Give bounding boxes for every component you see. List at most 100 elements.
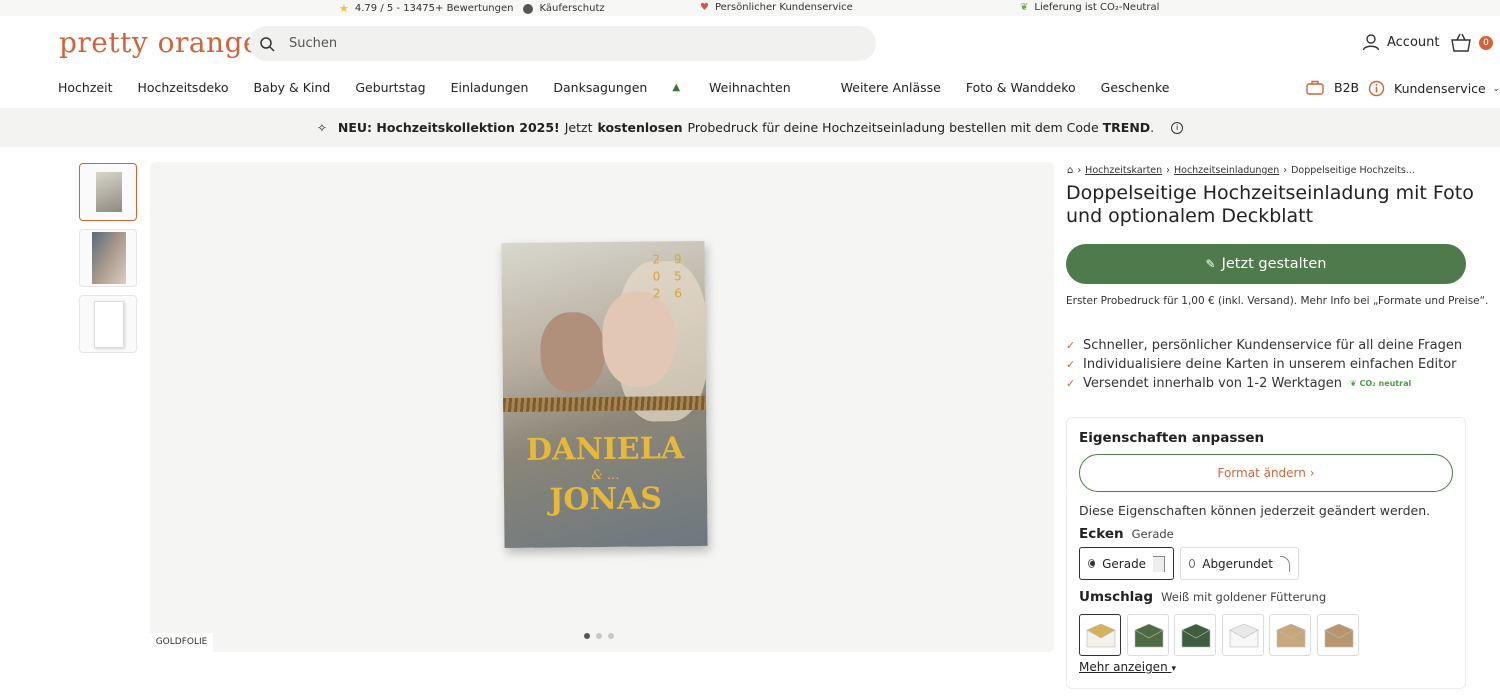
breadcrumb-hochzeitskarten[interactable]: Hochzeitskarten [1085,165,1162,176]
search-bar[interactable] [249,26,876,61]
slide-dot-1[interactable] [584,633,590,639]
nav-item-einladungen[interactable]: Einladungen [451,80,529,95]
account-label: Account [1387,34,1440,50]
breadcrumb-separator-3: › [1283,165,1288,176]
b2b-label: B2B [1334,80,1360,95]
star-icon: ★ [339,2,349,15]
design-now-button[interactable]: ✎ Jetzt gestalten [1066,244,1466,284]
rating-info: ★ 4.79 / 5 - 13475+ Bewertungen Käufersc… [339,2,605,15]
nav-item-hochzeit[interactable]: Hochzeit [58,80,112,95]
co2-text: Lieferung ist CO₂-Neutral [1034,2,1160,13]
buyer-protection-text: Käuferschutz [539,3,605,14]
slide-dots [584,633,614,639]
envelope-icon [1228,624,1259,648]
radio-icon [1189,559,1196,568]
envelope-swatch-6[interactable] [1316,614,1359,656]
nav-item-geburtstag[interactable]: Geburtstag [355,80,425,95]
breadcrumb-separator-1: › [1077,165,1082,176]
envelope-icon [1181,624,1211,648]
envelope-swatch-3[interactable] [1174,614,1216,656]
envelope-value: Weiß mit goldener Fütterung [1161,590,1327,604]
cart-button[interactable]: 0 [1450,33,1494,55]
envelope-swatch-5[interactable] [1269,614,1311,656]
envelope-label: Umschlag Weiß mit goldener Fütterung [1079,589,1326,605]
breadcrumb-current: Doppelseitige Hochzeits... [1291,165,1415,176]
nav-item-foto-wanddeko[interactable]: Foto & Wanddeko [966,80,1076,95]
benefit-text-2: Individualisiere deine Karten in unserem… [1083,357,1457,372]
nav-item-geschenke[interactable]: Geschenke [1101,80,1170,95]
benefit-item: ✓ Versendet innerhalb von 1-2 Werktagen ❦ … [1066,374,1462,393]
benefit-text-1: Schneller, persönlicher Kundenservice fü… [1083,338,1463,353]
search-icon [260,36,275,52]
card-back-thumb [94,301,124,348]
breadcrumb: ⌂ › Hochzeitskarten › Hochzeitseinladung… [1067,165,1415,176]
nav-item-weitere-anlaesse[interactable]: Weitere Anlässe [841,80,941,95]
customer-service-label: Kundenservice [1394,81,1486,96]
sparkle-icon: ✧ [316,120,327,135]
nav-item-hochzeitsdeko[interactable]: Hochzeitsdeko [137,80,228,95]
photo-face-woman [601,291,675,388]
logo[interactable]: pretty orange [59,26,260,59]
card-thumb-image [96,172,122,212]
straight-corner-icon [1153,555,1165,572]
co2-info: ❦ Lieferung ist CO₂-Neutral [1020,2,1159,13]
envelope-icon [1133,624,1164,648]
slide-dot-2[interactable] [596,633,602,639]
corners-label: Ecken Gerade [1079,526,1174,542]
promo-text-1: Jetzt [564,120,593,135]
envelope-icon [1276,624,1306,648]
envelope-label-text: Umschlag [1079,589,1154,605]
envelope-swatch-2[interactable] [1126,614,1169,656]
benefit-item: ✓ Individualisiere deine Karten in unsere… [1066,355,1462,374]
nav-item-baby-kind[interactable]: Baby & Kind [254,80,331,95]
show-more-link[interactable]: Mehr anzeigen ▾ [1079,660,1176,674]
corner-option-straight[interactable]: Gerade [1079,547,1174,580]
invitation-card-image: 2 9 0 5 2 6 DANIELA & ... JONAS [501,240,708,549]
card-date: 2 9 0 5 2 6 [652,251,687,302]
benefit-text-3: Versendet innerhalb von 1-2 Werktagen [1083,376,1343,391]
thumbnail-2[interactable] [79,229,137,287]
envelope-icon [1086,624,1116,648]
customer-service-dropdown[interactable]: Kundenservice ⌄ [1368,80,1499,97]
envelope-icon [1323,624,1354,648]
product-image-stage[interactable]: 2 9 0 5 2 6 DANIELA & ... JONAS [150,162,1054,652]
search-input[interactable] [289,36,849,51]
home-icon[interactable]: ⌂ [1067,165,1073,176]
main-nav: Hochzeit Hochzeitsdeko Baby & Kind Gebur… [58,80,1194,95]
corner-option-rounded[interactable]: Abgerundet [1180,547,1299,580]
envelope-swatch-4[interactable] [1221,614,1264,656]
change-format-button[interactable]: Format ändern › [1079,454,1453,492]
sample-print-note: Erster Probedruck für 1,00 € (inkl. Vers… [1066,295,1489,307]
promo-text-2: Probedruck für deine Hochzeitseinladung … [687,120,1099,135]
product-title: Doppelseitige Hochzeitseinladung mit Fot… [1066,182,1474,227]
corner-option-straight-label: Gerade [1102,556,1147,571]
service-text: Persönlicher Kundenservice [714,2,853,13]
account-link[interactable]: Account [1362,33,1440,51]
thumbnail-3[interactable] [79,295,137,353]
show-more-label: Mehr anzeigen [1079,660,1168,674]
check-icon: ✓ [1066,377,1076,390]
promo-banner: ✧ NEU: Hochzeitskollektion 2025! Jetzt k… [0,108,1500,147]
slide-dot-3[interactable] [608,633,614,639]
info-circle-icon[interactable]: i [1171,121,1184,134]
twine-decoration [503,395,707,413]
nav-item-weihnachten[interactable]: ▲ Weihnachten [672,80,815,95]
card-date-month: 0 5 [652,269,687,284]
nav-item-danksagungen[interactable]: Danksagungen [553,80,647,95]
properties-heading: Eigenschaften anpassen [1079,430,1265,446]
thumbnail-1[interactable] [79,163,137,221]
breadcrumb-hochzeitseinladungen[interactable]: Hochzeitseinladungen [1174,165,1279,176]
check-icon: ✓ [1066,339,1076,352]
promo-text-bold: kostenlosen [597,120,683,135]
chevron-down-icon: ▾ [1171,664,1177,674]
info-icon [1368,80,1385,97]
rating-text: 4.79 / 5 - 13475+ Bewertungen [354,3,514,14]
b2b-link[interactable]: B2B [1306,80,1359,95]
promo-code: TREND [1102,120,1151,135]
properties-panel: Eigenschaften anpassen Format ändern › D… [1066,417,1466,689]
check-icon: ✓ [1066,358,1076,371]
benefit-item: ✓ Schneller, persönlicher Kundenservice f… [1066,336,1462,355]
briefcase-icon [1306,80,1324,95]
envelope-swatch-1[interactable] [1079,614,1121,656]
card-name-1: DANIELA [525,431,685,468]
